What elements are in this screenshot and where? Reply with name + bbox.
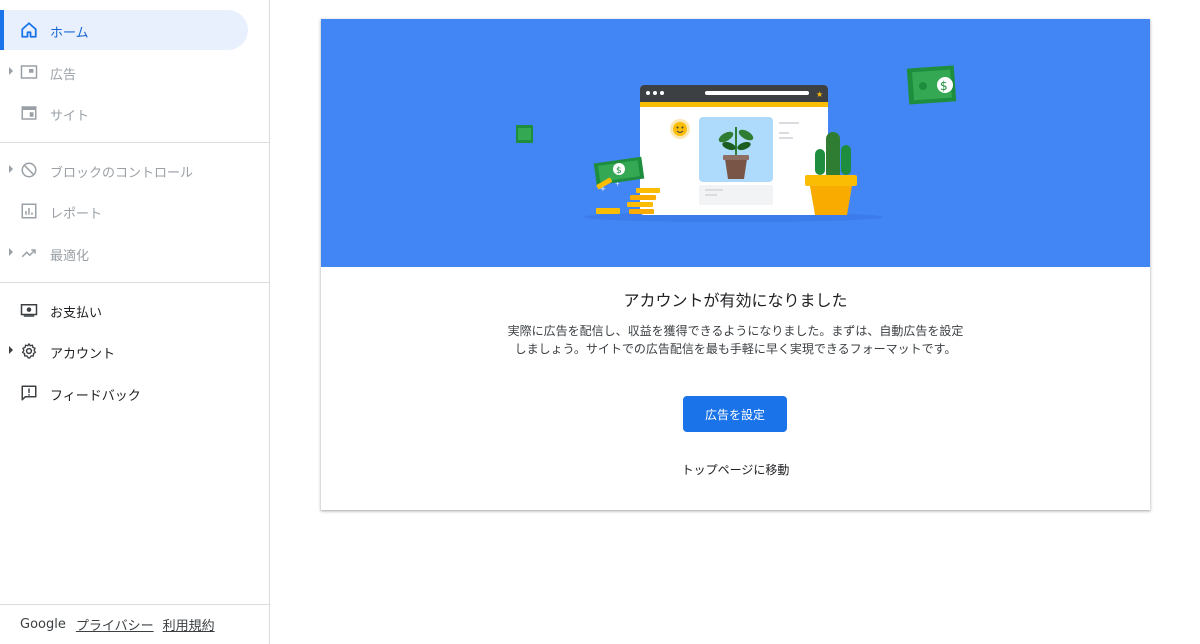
sidebar: ホーム 広告 サイト ブロックのコントロール レポート 最適化 お支払い アカウ… xyxy=(0,0,270,644)
google-logo-text: Google xyxy=(20,617,66,632)
sidebar-item-feedback[interactable]: フィードバック xyxy=(0,373,248,413)
ads-icon xyxy=(20,65,38,79)
expand-caret-icon xyxy=(9,165,13,173)
sidebar-item-optimization[interactable]: 最適化 xyxy=(0,233,248,273)
svg-text:$: $ xyxy=(616,166,622,176)
expand-caret-icon xyxy=(9,346,13,354)
payments-icon xyxy=(20,304,38,317)
sidebar-item-reports[interactable]: レポート xyxy=(0,191,248,231)
sidebar-item-label: 最適化 xyxy=(50,249,90,264)
sidebar-divider xyxy=(0,282,269,283)
block-icon xyxy=(21,162,37,178)
sidebar-item-label: ブロックのコントロール xyxy=(50,166,194,181)
reports-icon xyxy=(21,203,37,219)
sidebar-item-home[interactable]: ホーム xyxy=(0,10,248,50)
sidebar-item-account[interactable]: アカウント xyxy=(0,331,248,371)
account-activated-card: ★ $ + + $ アカウントが有効になりました 実際に広告を配信し、収益を獲得… xyxy=(321,19,1150,510)
setup-ads-button[interactable]: 広告を設定 xyxy=(683,396,787,432)
feedback-icon xyxy=(21,385,37,401)
sites-icon xyxy=(21,106,37,120)
svg-text:★: ★ xyxy=(816,90,823,99)
terms-link[interactable]: 利用規約 xyxy=(163,615,215,634)
sidebar-item-label: 広告 xyxy=(50,68,77,83)
privacy-link[interactable]: プライバシー xyxy=(76,615,154,634)
sidebar-footer: Google プライバシー 利用規約 xyxy=(0,604,269,644)
money-bill-small-icon xyxy=(516,125,533,143)
svg-text:$: $ xyxy=(940,79,948,93)
sidebar-divider xyxy=(0,142,269,143)
sidebar-item-ads[interactable]: 広告 xyxy=(0,52,248,92)
sidebar-item-label: お支払い xyxy=(50,306,103,321)
sidebar-item-sites[interactable]: サイト xyxy=(0,93,248,133)
hero-banner: ★ $ + + $ xyxy=(321,19,1150,267)
optimization-icon xyxy=(21,249,36,258)
svg-text:+: + xyxy=(615,181,620,188)
sidebar-item-label: アカウント xyxy=(50,347,116,362)
browser-window-illustration: ★ xyxy=(640,85,828,215)
sidebar-item-blocking-controls[interactable]: ブロックのコントロール xyxy=(0,150,248,190)
card-description: 実際に広告を配信し、収益を獲得できるようになりました。まずは、自動広告を設定しま… xyxy=(507,324,964,356)
sidebar-item-label: フィードバック xyxy=(50,389,141,404)
expand-caret-icon xyxy=(9,248,13,256)
go-to-home-link[interactable]: トップページに移動 xyxy=(321,461,1150,478)
hero-illustration: ★ $ + + $ xyxy=(516,65,957,222)
svg-text:+: + xyxy=(600,185,606,193)
sidebar-item-label: レポート xyxy=(50,207,103,222)
sidebar-item-label: ホーム xyxy=(50,26,89,41)
card-title: アカウントが有効になりました xyxy=(623,291,848,310)
sidebar-item-label: サイト xyxy=(50,109,90,124)
gear-icon xyxy=(21,343,37,359)
expand-caret-icon xyxy=(9,67,13,75)
money-bill-large-icon: $ xyxy=(906,65,957,105)
sidebar-item-payments[interactable]: お支払い xyxy=(0,290,248,330)
home-icon xyxy=(21,22,37,38)
